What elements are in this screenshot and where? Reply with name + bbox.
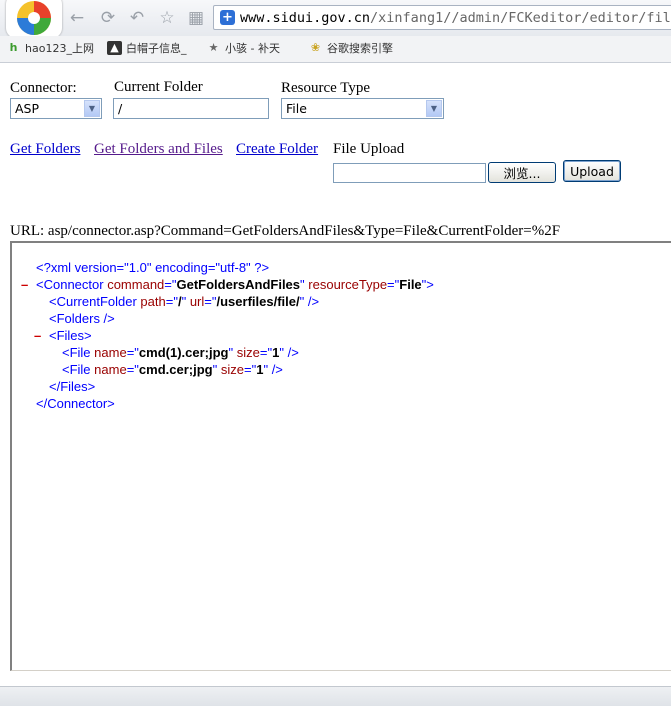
browser-toolbar: ← ⟳ ↶ ☆ ▦ + www.sidui.gov.cn/xinfang1//a… [0, 0, 671, 38]
current-folder-label: Current Folder [114, 79, 203, 95]
file-name: cmd(1).cer;jpg [138, 345, 229, 360]
upload-button[interactable]: Upload [563, 160, 621, 182]
bookmark-label: hao123_上网 [25, 42, 94, 55]
address-text: www.sidui.gov.cn/xinfang1//admin/FCKedit… [240, 10, 671, 26]
connector-resource-type: File [399, 277, 422, 292]
browse-button[interactable]: 浏览... [488, 162, 556, 183]
connector-command: GetFoldersAndFiles [176, 277, 301, 292]
resource-type-value: File [286, 101, 307, 116]
google-icon: ❀ [310, 41, 321, 54]
star-icon[interactable]: ☆ [156, 7, 178, 29]
get-folders-and-files-link[interactable]: Get Folders and Files [94, 141, 223, 158]
collapse-icon[interactable]: – [21, 276, 28, 293]
bookmark-google[interactable]: ❀ 谷歌搜索引擎 [308, 40, 393, 56]
xml-response-frame[interactable]: <?xml version="1.0" encoding="utf-8" ?> … [10, 241, 671, 671]
browser-logo-icon [6, 0, 62, 38]
file-path-input[interactable] [333, 163, 486, 183]
bookmark-hao123[interactable]: h hao123_上网 [6, 40, 94, 56]
current-folder-url: /userfiles/file/ [216, 294, 300, 309]
connector-select[interactable]: ASP ▼ [10, 98, 102, 119]
xml-declaration-text: <?xml version="1.0" encoding="utf-8" ?> [36, 260, 270, 275]
status-bar [0, 686, 671, 706]
chevron-down-icon: ▼ [84, 100, 100, 117]
bookmark-hat[interactable]: ▲ 白帽子信息_ [107, 40, 187, 56]
undo-icon[interactable]: ↶ [126, 7, 148, 29]
bookmark-butian[interactable]: ★ 小骇 - 补天 [206, 40, 280, 56]
resource-type-select[interactable]: File ▼ [281, 98, 444, 119]
address-bar[interactable]: + www.sidui.gov.cn/xinfang1//admin/FCKed… [213, 5, 671, 30]
refresh-icon[interactable]: ⟳ [97, 7, 119, 29]
request-url: URL: asp/connector.asp?Command=GetFolder… [10, 223, 561, 239]
bookmark-label: 小骇 - 补天 [225, 42, 280, 55]
get-folders-link[interactable]: Get Folders [10, 141, 80, 158]
bookmarks-bar: h hao123_上网 ▲ 白帽子信息_ ★ 小骇 - 补天 ❀ 谷歌搜索引擎 [0, 36, 671, 63]
star-icon: ★ [208, 41, 219, 54]
back-icon[interactable]: ← [66, 7, 88, 29]
chevron-down-icon: ▼ [426, 100, 442, 117]
file-name: cmd.cer;jpg [138, 362, 213, 377]
connector-label: Connector: [10, 80, 77, 96]
resource-type-label: Resource Type [281, 80, 371, 96]
current-folder-input[interactable]: / [113, 98, 269, 119]
hat-icon: ▲ [107, 41, 122, 55]
collapse-icon[interactable]: – [34, 327, 41, 344]
create-folder-link[interactable]: Create Folder [236, 141, 318, 158]
grid-icon[interactable]: ▦ [185, 7, 207, 29]
bookmark-label: 白帽子信息_ [126, 42, 187, 55]
hao-icon: h [9, 41, 18, 54]
connector-value: ASP [15, 101, 40, 116]
address-path: /xinfang1//admin/FCKeditor/editor/file [370, 10, 671, 26]
bookmark-label: 谷歌搜索引擎 [327, 42, 393, 55]
file-upload-label: File Upload [333, 141, 405, 157]
address-host: www.sidui.gov.cn [240, 10, 371, 26]
shield-icon: + [220, 10, 235, 25]
